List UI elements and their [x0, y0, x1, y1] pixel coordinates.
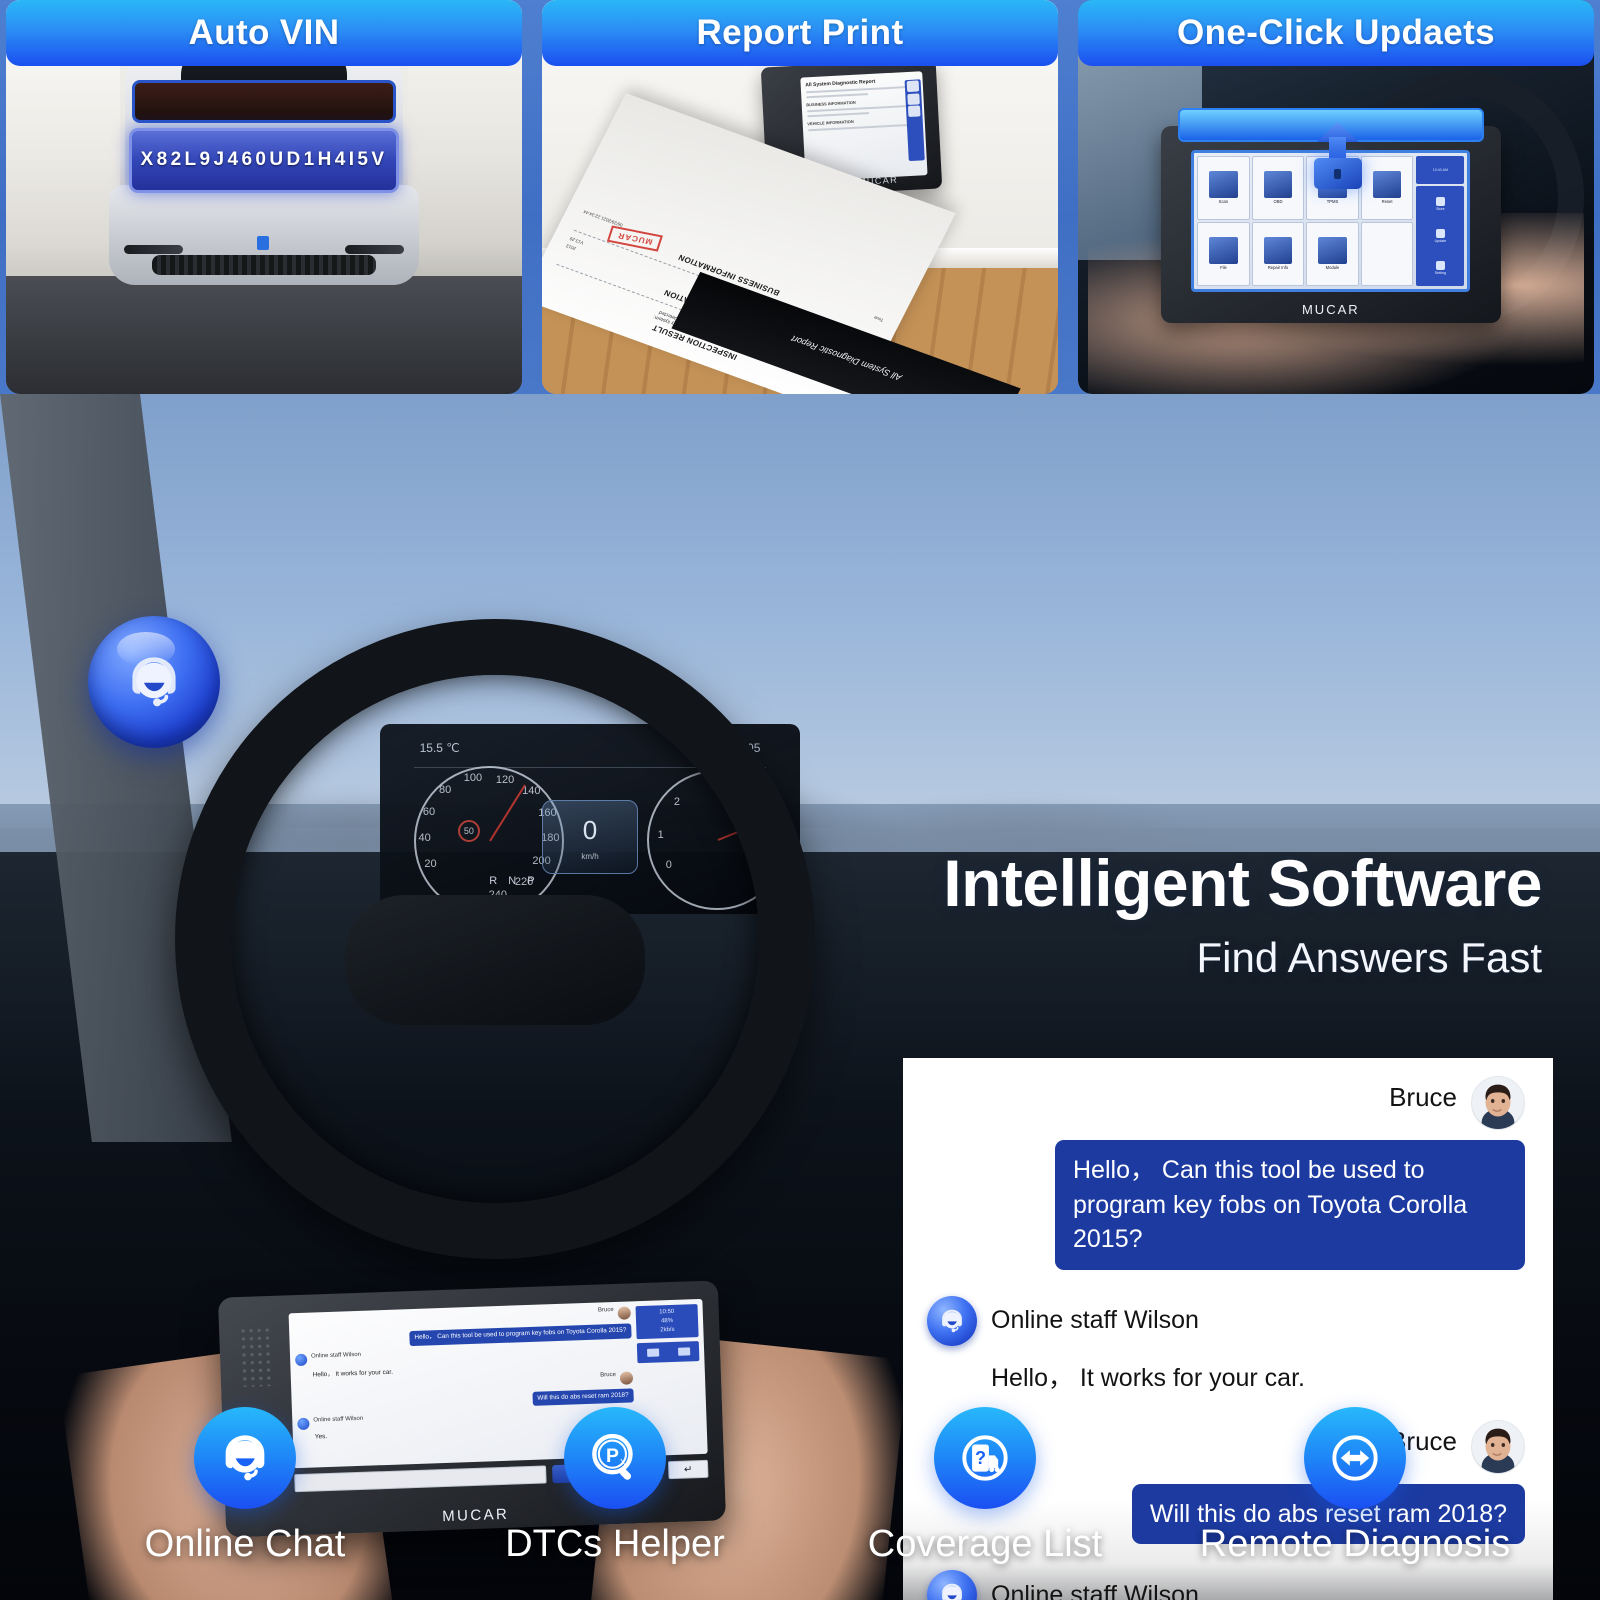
mucar-stamp: MUCAR — [606, 225, 663, 252]
car-front-icon: X82L9J460UD1H4I5V — [99, 40, 429, 290]
status-network: 2kb/s — [660, 1326, 675, 1334]
update-tablet: Scan OBD TPMS Reset File Repair Info Mod… — [1160, 108, 1502, 324]
tablet-app-grid: Scan OBD TPMS Reset File Repair Info Mod… — [1197, 155, 1414, 286]
double-arrow-icon[interactable] — [1304, 1407, 1406, 1509]
grid-item-scan[interactable]: Scan — [1197, 155, 1250, 220]
update-arrow-icon — [1310, 122, 1364, 190]
feature-icon-row: Online Chat P x DTCs Helper ? Coverage L… — [0, 1336, 1600, 1566]
support-agent-icon — [927, 1570, 977, 1600]
grid-label: Reset — [1381, 199, 1393, 205]
side-label: Setting — [1434, 270, 1446, 275]
avatar — [1471, 1076, 1525, 1130]
store-icon — [1435, 197, 1445, 207]
side-item-store[interactable]: Store — [1435, 197, 1445, 212]
question-vehicle-icon[interactable]: ? — [934, 1407, 1036, 1509]
feature-dtcs-helper[interactable]: P x DTCs Helper — [430, 1407, 800, 1566]
grid-label: TPMS — [1326, 199, 1339, 205]
grid-label: File — [1220, 265, 1227, 271]
feature-label: DTCs Helper — [505, 1523, 725, 1565]
tablet-clock: 10:43 AM — [1416, 155, 1465, 185]
feature-coverage-list[interactable]: ? Coverage List — [800, 1407, 1170, 1566]
chat-name-row: Bruce — [927, 1076, 1525, 1130]
chat-user-bubble: Hello， Can this tool be used to program … — [1055, 1140, 1525, 1270]
side-label: Store — [1436, 207, 1445, 212]
tablet-logo: MUCAR — [1301, 302, 1360, 318]
feature-panel-strip: X82L9J460UD1H4I5V Auto VIN All System Di… — [0, 0, 1600, 394]
svg-text:P: P — [606, 1445, 619, 1467]
headset-support-icon[interactable] — [88, 616, 220, 748]
headline-block: Intelligent Software Find Answers Fast — [943, 846, 1542, 982]
grid-label: Repair Info — [1267, 265, 1289, 271]
grid-item-repair-info[interactable]: Repair Info — [1251, 221, 1305, 286]
side-item-setting[interactable]: Setting — [1434, 260, 1446, 275]
update-icon — [1435, 228, 1445, 238]
panel-banner-report-print: Report Print — [542, 0, 1058, 66]
grid-label: Scan — [1218, 199, 1229, 205]
grid-label: OBD — [1273, 199, 1283, 205]
report-vehicle-year: 2013 — [564, 243, 577, 251]
hero-section: 15.5 ℃ 18:05 20 40 60 80 100 120 140 160… — [0, 394, 1600, 1600]
avatar — [617, 1306, 631, 1320]
grid-item-file[interactable]: File — [1197, 221, 1250, 286]
grid-item-module[interactable]: Module — [1306, 221, 1359, 286]
panel-one-click-updates[interactable]: Scan OBD TPMS Reset File Repair Info Mod… — [1078, 0, 1594, 394]
chat-staff-name: Online staff Wilson — [991, 1580, 1199, 1600]
feature-label: Remote Diagnosis — [1199, 1523, 1511, 1565]
chat-staff-header: Online staff Wilson — [927, 1570, 1525, 1600]
tablet-msg-name: Bruce — [597, 1306, 614, 1314]
headset-support-icon[interactable] — [194, 1407, 296, 1509]
chat-user-name: Bruce — [1389, 1082, 1457, 1112]
vin-plate: X82L9J460UD1H4I5V — [128, 127, 400, 193]
svg-text:?: ? — [975, 1448, 986, 1468]
panel-banner-label: Auto VIN — [188, 13, 340, 52]
feature-label: Coverage List — [867, 1523, 1103, 1565]
side-label: Update — [1434, 238, 1447, 243]
feature-remote-diagnosis[interactable]: Remote Diagnosis — [1170, 1407, 1540, 1566]
tablet-status-block: 10:50 48% 2kb/s — [635, 1304, 699, 1340]
page-subtitle: Find Answers Fast — [1196, 934, 1542, 982]
chat-staff-name: Online staff Wilson — [991, 1306, 1199, 1334]
svg-text:x: x — [620, 1456, 626, 1467]
feature-label: Online Chat — [144, 1523, 346, 1565]
report-business-time-label: Time — [872, 314, 885, 323]
grid-label: Module — [1325, 265, 1340, 271]
panel-banner-one-click-updates: One-Click Updaets — [1078, 0, 1594, 66]
gear-icon — [1435, 260, 1445, 270]
magnifier-px-icon[interactable]: P x — [564, 1407, 666, 1509]
panel-report-print[interactable]: All System Diagnostic Report BUSINESS IN… — [542, 0, 1058, 394]
report-title: All System Diagnostic Report — [789, 334, 904, 383]
chat-message-row: Hello， Can this tool be used to program … — [927, 1130, 1525, 1270]
panel-auto-vin[interactable]: X82L9J460UD1H4I5V Auto VIN — [6, 0, 522, 394]
steering-wheel — [175, 619, 815, 1259]
feature-online-chat[interactable]: Online Chat — [60, 1407, 430, 1566]
grid-item-empty — [1360, 221, 1414, 286]
grid-item-reset[interactable]: Reset — [1360, 155, 1414, 220]
panel-banner-label: One-Click Updaets — [1177, 13, 1495, 52]
panel-banner-label: Report Print — [696, 13, 904, 52]
grid-item-obd[interactable]: OBD — [1251, 155, 1305, 220]
page-title: Intelligent Software — [943, 846, 1542, 920]
panel-banner-auto-vin: Auto VIN — [6, 0, 522, 66]
vin-code: X82L9J460UD1H4I5V — [140, 149, 388, 171]
side-item-update[interactable]: Update — [1434, 228, 1447, 243]
